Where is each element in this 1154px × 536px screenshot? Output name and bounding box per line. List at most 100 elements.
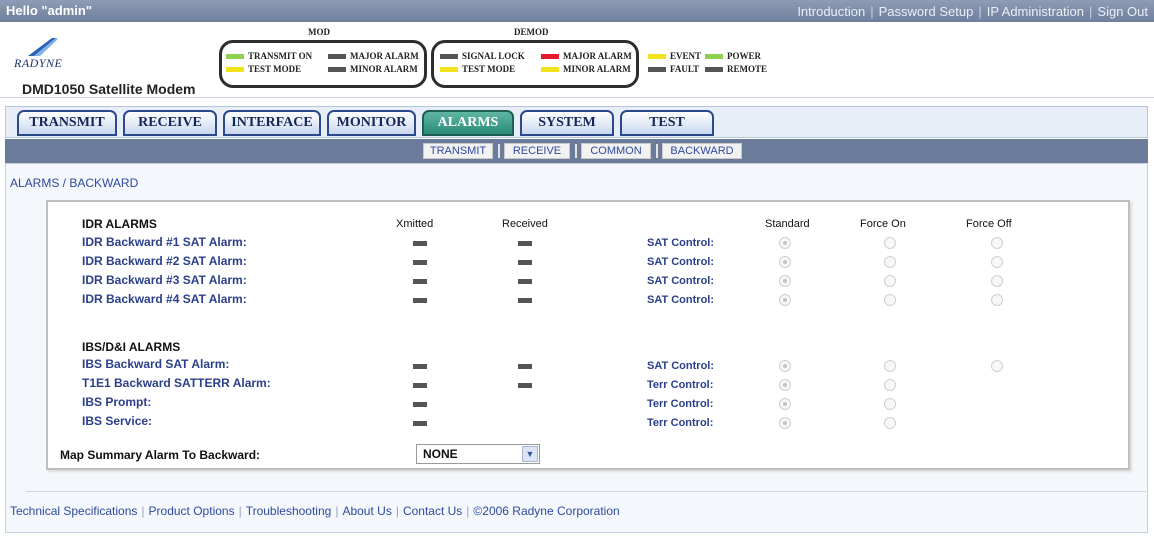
copyright-text: ©2006 Radyne Corporation [473, 504, 620, 518]
minor-alarm-demod-led: MINOR ALARM [541, 64, 631, 74]
radyne-logo: RADYNE [14, 36, 84, 76]
technical-specifications-link[interactable]: Technical Specifications [10, 504, 137, 518]
ibs-sat-standard-radio[interactable] [779, 360, 791, 372]
led-indicator [705, 66, 723, 72]
password-setup-link[interactable]: Password Setup [879, 4, 974, 19]
idr-4-control-label: SAT Control: [647, 294, 715, 306]
led-indicator [705, 53, 723, 59]
ip-administration-link[interactable]: IP Administration [987, 4, 1084, 19]
ibs-sat-force-off-radio[interactable] [991, 360, 1003, 372]
idr-3-received-indicator [518, 279, 532, 284]
column-force-off: Force Off [966, 218, 1012, 230]
idr-4-standard-radio[interactable] [779, 294, 791, 306]
tab-system[interactable]: SYSTEM [520, 110, 614, 136]
idr-2-received-indicator [518, 260, 532, 265]
greeting: Hello "admin" [6, 3, 93, 18]
separator [656, 144, 658, 158]
idr-alarms-heading: IDR ALARMS [82, 217, 157, 231]
about-us-link[interactable]: About Us [342, 504, 391, 518]
ibs-sat-control-label: SAT Control: [647, 360, 715, 372]
idr-2-xmitted-indicator [413, 260, 427, 265]
idr-1-force-on-radio[interactable] [884, 237, 896, 249]
idr-4-force-off-radio[interactable] [991, 294, 1003, 306]
tab-alarms[interactable]: ALARMS [422, 110, 514, 136]
subtab-transmit[interactable]: TRANSMIT [423, 143, 493, 159]
tab-transmit[interactable]: TRANSMIT [17, 110, 117, 136]
ibs-service-label: IBS Service: [82, 414, 153, 428]
demod-title: DEMOD [514, 27, 549, 37]
test-mode-demod-led: TEST MODE [440, 64, 515, 74]
idr-backward-1-label: IDR Backward #1 SAT Alarm: [82, 235, 247, 249]
ibs-prompt-standard-radio[interactable] [779, 398, 791, 410]
sign-out-link[interactable]: Sign Out [1097, 4, 1148, 19]
t1e1-force-on-radio[interactable] [884, 379, 896, 391]
subtab-receive[interactable]: RECEIVE [504, 143, 570, 159]
separator: | [238, 504, 242, 518]
led-indicator [226, 53, 244, 59]
column-force-on: Force On [860, 218, 906, 230]
idr-3-standard-radio[interactable] [779, 275, 791, 287]
idr-3-force-off-radio[interactable] [991, 275, 1003, 287]
separator: | [466, 504, 470, 518]
idr-1-standard-radio[interactable] [779, 237, 791, 249]
idr-2-standard-radio[interactable] [779, 256, 791, 268]
introduction-link[interactable]: Introduction [797, 4, 865, 19]
tab-test[interactable]: TEST [620, 110, 714, 136]
ibs-sat-force-on-radio[interactable] [884, 360, 896, 372]
tab-monitor[interactable]: MONITOR [327, 110, 416, 136]
t1e1-backward-satterr-label: T1E1 Backward SATTERR Alarm: [82, 376, 271, 390]
major-alarm-demod-led: MAJOR ALARM [541, 51, 632, 61]
logo-text: RADYNE [14, 56, 63, 70]
led-indicator [226, 66, 244, 72]
idr-2-force-off-radio[interactable] [991, 256, 1003, 268]
column-xmitted: Xmitted [396, 218, 434, 230]
ibs-backward-sat-label: IBS Backward SAT Alarm: [82, 357, 230, 371]
ibs-service-control-label: Terr Control: [647, 417, 714, 429]
led-indicator [328, 66, 346, 72]
contact-us-link[interactable]: Contact Us [403, 504, 462, 518]
ibs-sat-received-indicator [518, 364, 532, 369]
idr-1-xmitted-indicator [413, 241, 427, 246]
fault-led: FAULT [648, 64, 699, 74]
idr-3-force-on-radio[interactable] [884, 275, 896, 287]
alarms-panel: IDR ALARMS Xmitted Received Standard For… [46, 200, 1130, 470]
idr-backward-2-label: IDR Backward #2 SAT Alarm: [82, 254, 247, 268]
separator: | [1089, 4, 1093, 19]
model-name: DMD1050 Satellite Modem [22, 81, 196, 97]
column-standard: Standard [765, 218, 810, 230]
signal-lock-led: SIGNAL LOCK [440, 51, 525, 61]
led-indicator [328, 53, 346, 59]
idr-1-force-off-radio[interactable] [991, 237, 1003, 249]
subtab-backward[interactable]: BACKWARD [662, 143, 742, 159]
ibs-service-standard-radio[interactable] [779, 417, 791, 429]
troubleshooting-link[interactable]: Troubleshooting [246, 504, 332, 518]
product-options-link[interactable]: Product Options [149, 504, 235, 518]
ibs-service-force-on-radio[interactable] [884, 417, 896, 429]
tab-interface[interactable]: INTERFACE [223, 110, 321, 136]
minor-alarm-mod-led: MINOR ALARM [328, 64, 418, 74]
ibs-prompt-label: IBS Prompt: [82, 395, 152, 409]
t1e1-standard-radio[interactable] [779, 379, 791, 391]
idr-3-xmitted-indicator [413, 279, 427, 284]
idr-4-xmitted-indicator [413, 298, 427, 303]
separator: | [335, 504, 339, 518]
column-received: Received [502, 218, 548, 230]
content-area: ALARMS / BACKWARD IDR ALARMS Xmitted Rec… [5, 163, 1148, 533]
footer: Technical Specifications | Product Options… [10, 504, 620, 518]
ibs-sat-xmitted-indicator [413, 364, 427, 369]
led-indicator [440, 53, 458, 59]
ibs-service-xmitted-indicator [413, 421, 427, 426]
idr-2-force-on-radio[interactable] [884, 256, 896, 268]
major-alarm-mod-led: MAJOR ALARM [328, 51, 419, 61]
chevron-down-icon[interactable]: ▼ [522, 446, 538, 462]
map-summary-select[interactable]: NONE ▼ [416, 444, 540, 464]
separator: | [978, 4, 982, 19]
ibs-prompt-force-on-radio[interactable] [884, 398, 896, 410]
idr-4-force-on-radio[interactable] [884, 294, 896, 306]
separator: | [870, 4, 874, 19]
t1e1-received-indicator [518, 383, 532, 388]
tab-receive[interactable]: RECEIVE [123, 110, 217, 136]
subtab-common[interactable]: COMMON [581, 143, 651, 159]
separator: | [141, 504, 145, 518]
idr-1-received-indicator [518, 241, 532, 246]
